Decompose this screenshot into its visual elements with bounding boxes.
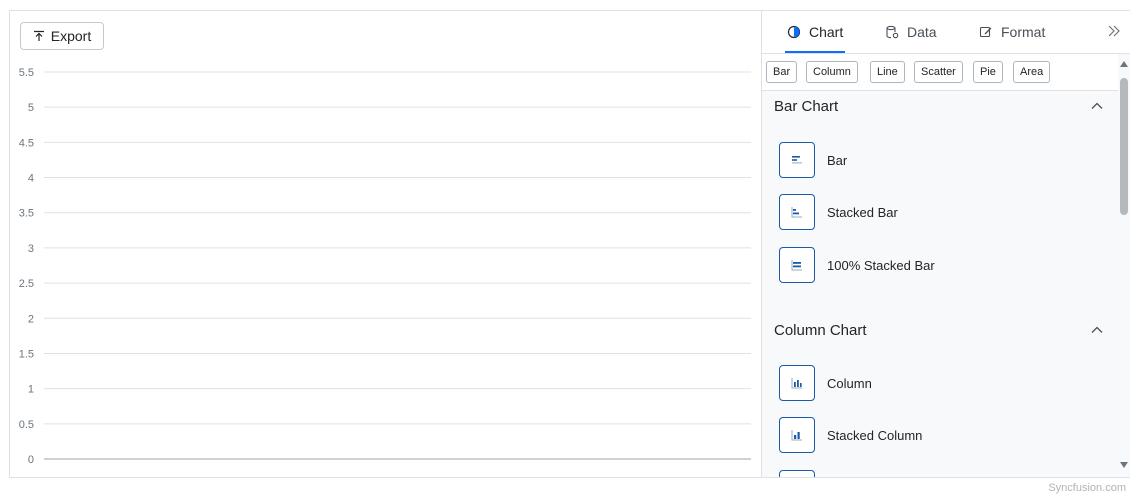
tab-data-label: Data: [907, 24, 937, 40]
filter-chip-scatter[interactable]: Scatter: [914, 61, 963, 83]
chart-option-icon: [779, 470, 815, 477]
y-tick-label: 4: [28, 173, 34, 185]
section-header-bar-chart[interactable]: Bar Chart: [774, 93, 1104, 119]
section-title: Column Chart: [774, 321, 867, 339]
y-tick-label: 3.5: [19, 208, 34, 220]
y-tick-label: 0: [28, 454, 34, 466]
scrollbar-thumb[interactable]: [1120, 78, 1128, 215]
chart-option-partial[interactable]: [779, 469, 815, 477]
full-stacked-bar-chart-icon: [779, 247, 815, 283]
y-tick-label: 0.5: [19, 419, 34, 431]
stacked-bar-chart-icon: [779, 194, 815, 230]
chart-option-label: Column: [827, 375, 872, 391]
chart-option-bar[interactable]: Bar: [779, 141, 847, 179]
chart-option-stacked-column[interactable]: Stacked Column: [779, 416, 922, 454]
y-tick-label: 5: [28, 102, 34, 114]
pie-chart-icon: [787, 25, 801, 39]
format-brush-icon: [979, 26, 992, 38]
chart-plot: 0 0.5 1 1.5 2 2.5 3 3.5 4 4.5 5 5.5: [19, 67, 751, 466]
column-chart-icon: [779, 365, 815, 401]
filter-chip-column[interactable]: Column: [806, 61, 858, 83]
tab-data[interactable]: Data: [885, 11, 937, 53]
filter-chip-line[interactable]: Line: [870, 61, 905, 83]
y-tick-label: 4.5: [19, 137, 34, 149]
y-tick-label: 2.5: [19, 278, 34, 290]
database-icon: [886, 25, 899, 39]
y-tick-label: 3: [28, 243, 34, 255]
y-tick-label: 2: [28, 313, 34, 325]
chart-type-filters: Bar Column Line Scatter Pie Area: [762, 54, 1118, 91]
filter-chip-pie[interactable]: Pie: [973, 61, 1003, 83]
tab-format-label: Format: [1001, 24, 1046, 40]
chart-option-label: Stacked Column: [827, 427, 923, 443]
tab-chart[interactable]: Chart: [784, 11, 846, 53]
chevron-up-icon: [1091, 102, 1103, 109]
section-title: Bar Chart: [774, 97, 839, 115]
scroll-up-arrow-icon[interactable]: [1120, 60, 1128, 68]
watermark: Syncfusion.com: [1048, 482, 1126, 494]
double-chevron-right-icon[interactable]: [1106, 23, 1122, 39]
y-tick-label: 5.5: [19, 67, 34, 79]
chart-option-stacked-bar[interactable]: Stacked Bar: [779, 193, 898, 231]
stacked-column-chart-icon: [779, 417, 815, 453]
chart-option-100-stacked-bar[interactable]: 100% Stacked Bar: [779, 246, 935, 284]
section-header-column-chart[interactable]: Column Chart: [774, 317, 1104, 343]
panel-tabs: Chart Data Format: [762, 11, 1130, 54]
chart-frame: Export 0 0.5 1 1.5 2 2.5 3 3.5 4 4.5 5 5.5 Chart Da…: [9, 10, 1130, 478]
bar-chart-icon: [779, 142, 815, 178]
chevron-up-icon: [1091, 326, 1103, 333]
chart-option-label: 100% Stacked Bar: [827, 257, 935, 273]
scroll-down-arrow-icon[interactable]: [1120, 461, 1128, 469]
tab-format[interactable]: Format: [979, 11, 1045, 53]
chart-option-column[interactable]: Column: [779, 364, 872, 402]
chart-option-label: Stacked Bar: [827, 204, 898, 220]
y-tick-label: 1: [28, 384, 34, 396]
filter-chip-bar[interactable]: Bar: [766, 61, 798, 83]
chart-settings-panel: Chart Data Format Bar Column Line Scatte…: [761, 11, 1130, 477]
chart-option-label: Bar: [827, 152, 848, 168]
filter-chip-area[interactable]: Area: [1013, 61, 1051, 83]
y-tick-label: 1.5: [19, 348, 34, 360]
tab-chart-label: Chart: [809, 24, 844, 40]
panel-scrollbar[interactable]: [1118, 56, 1130, 476]
